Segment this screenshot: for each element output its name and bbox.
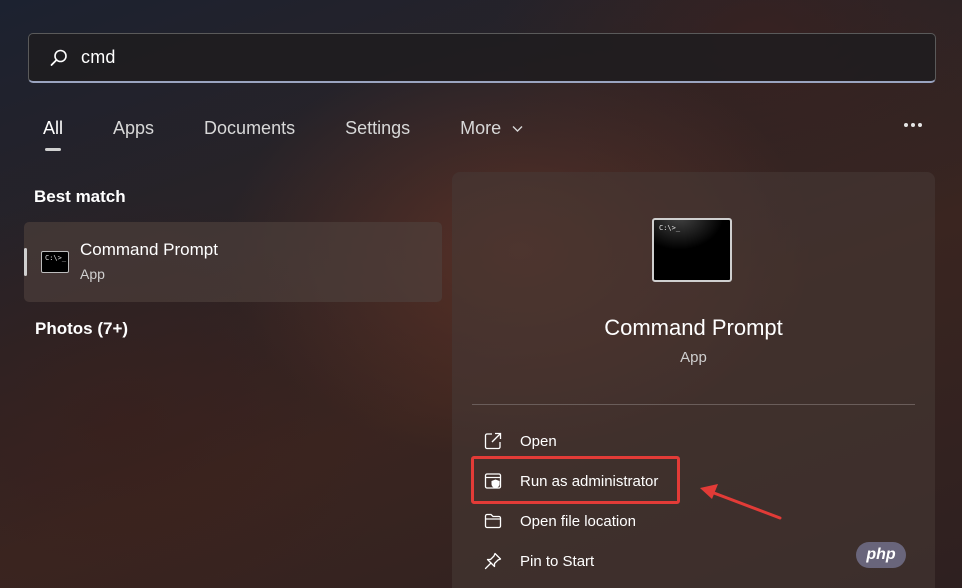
best-match-type: App xyxy=(80,266,105,282)
command-prompt-icon: C:\>_ xyxy=(652,218,732,282)
tab-label: More xyxy=(460,118,502,138)
open-action[interactable]: Open xyxy=(482,427,557,455)
detail-app-type: App xyxy=(680,349,707,366)
search-box[interactable]: cmd xyxy=(28,33,936,83)
tab-documents[interactable]: Documents xyxy=(194,110,305,151)
selection-indicator xyxy=(24,248,27,276)
tab-label: All xyxy=(43,118,64,138)
tab-label: Apps xyxy=(113,118,155,138)
divider xyxy=(472,404,915,405)
command-prompt-icon: C:\>_ xyxy=(41,251,69,273)
tab-all[interactable]: All xyxy=(33,110,73,151)
pin-to-start-action[interactable]: Pin to Start xyxy=(482,547,594,575)
admin-shield-icon xyxy=(482,470,504,492)
best-match-name: Command Prompt xyxy=(80,240,218,259)
more-horizontal-icon[interactable] xyxy=(898,112,928,138)
action-label: Pin to Start xyxy=(520,552,595,570)
tab-settings[interactable]: Settings xyxy=(335,110,420,151)
watermark-logo: php xyxy=(856,542,906,568)
tab-label: Documents xyxy=(204,118,296,138)
tab-more[interactable]: More xyxy=(450,110,533,151)
open-file-location-action[interactable]: Open file location xyxy=(482,507,636,535)
folder-icon xyxy=(482,510,504,532)
search-icon xyxy=(50,49,67,66)
annotation-arrow-icon xyxy=(700,484,782,520)
tab-apps[interactable]: Apps xyxy=(103,110,164,151)
action-label: Open file location xyxy=(520,512,636,530)
search-input[interactable]: cmd xyxy=(81,47,116,68)
chevron-down-icon xyxy=(512,126,523,133)
action-label: Run as administrator xyxy=(520,472,659,490)
filter-tabs: All Apps Documents Settings More xyxy=(33,110,563,151)
best-match-item[interactable]: C:\>_ Command Prompt App xyxy=(24,222,442,302)
open-external-icon xyxy=(482,430,504,452)
best-match-heading: Best match xyxy=(34,187,126,206)
pin-icon xyxy=(482,550,504,572)
run-as-administrator-action[interactable]: Run as administrator xyxy=(482,467,658,495)
tab-label: Settings xyxy=(345,118,411,138)
photos-heading[interactable]: Photos (7+) xyxy=(35,319,128,339)
detail-app-name: Command Prompt xyxy=(604,315,783,340)
action-label: Open xyxy=(520,432,557,450)
